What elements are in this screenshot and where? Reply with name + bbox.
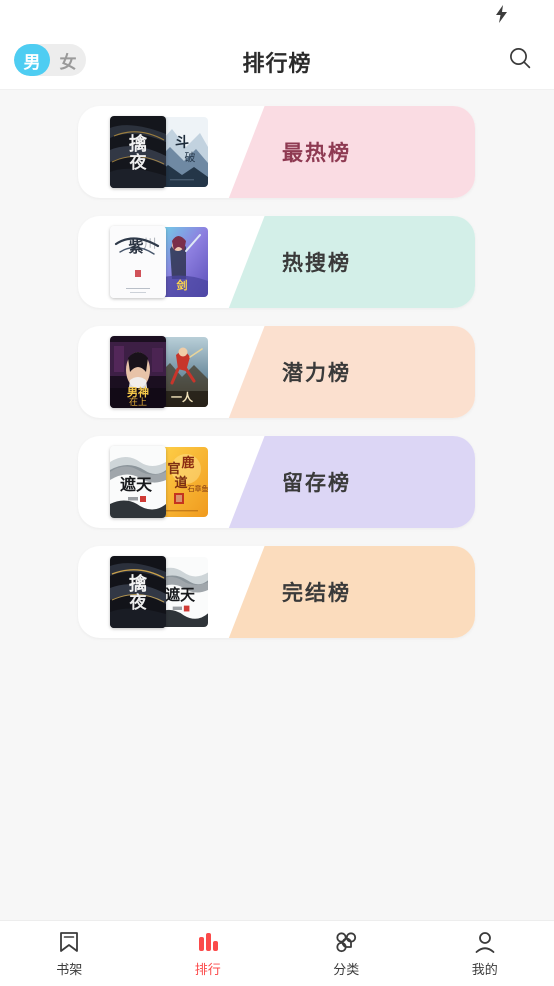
ranking-card-label: 留存榜 — [282, 472, 351, 495]
user-icon — [472, 929, 498, 955]
status-bar — [0, 0, 554, 30]
tab-我的[interactable]: 我的 — [416, 921, 554, 986]
ranking-card[interactable]: 剑 紫 川 热搜榜 — [78, 216, 475, 308]
search-button[interactable] — [504, 44, 536, 76]
tab-分类[interactable]: 分类 — [277, 921, 416, 986]
page-title: 排行榜 — [242, 51, 312, 76]
search-icon — [507, 45, 533, 76]
app-header: 男 女 排行榜 — [0, 30, 554, 90]
lightning-bolt-icon — [495, 5, 508, 26]
ranking-card[interactable]: 官 鹿 道 石章鱼 遮天 留存榜 — [78, 436, 475, 528]
bar-chart-icon — [195, 929, 221, 955]
ranking-card-label: 潜力榜 — [282, 362, 351, 385]
ranking-card-label: 热搜榜 — [282, 252, 351, 275]
tab-label: 我的 — [471, 962, 498, 977]
ranking-card[interactable]: 一人 男神 在上 潜力榜 — [78, 326, 475, 418]
ranking-card[interactable]: 遮天 擒 夜 完结榜 — [78, 546, 475, 638]
tab-书架[interactable]: 书架 — [0, 921, 139, 986]
bottom-tab-bar: 书架 排行 分类 我的 — [0, 920, 554, 986]
tab-label: 排行 — [194, 962, 221, 977]
bookmark-icon — [56, 929, 82, 955]
tab-label: 书架 — [56, 962, 83, 977]
ranking-card-label: 最热榜 — [282, 142, 351, 165]
ranking-card-label: 完结榜 — [282, 582, 351, 605]
grid-circles-icon — [333, 929, 359, 955]
ranking-card[interactable]: 斗 破 擒 夜 最热榜 — [78, 106, 475, 198]
tab-label: 分类 — [333, 962, 360, 977]
tab-排行[interactable]: 排行 — [139, 921, 278, 986]
ranking-list: 斗 破 擒 夜 最热榜 剑 紫 川 热搜榜 一人 男神 在上 潜力榜 官 鹿 道… — [0, 90, 554, 920]
app-root: 男 女 排行榜 斗 破 擒 夜 最热榜 剑 紫 川 热搜榜 一人 男神 在上 潜… — [0, 0, 554, 986]
